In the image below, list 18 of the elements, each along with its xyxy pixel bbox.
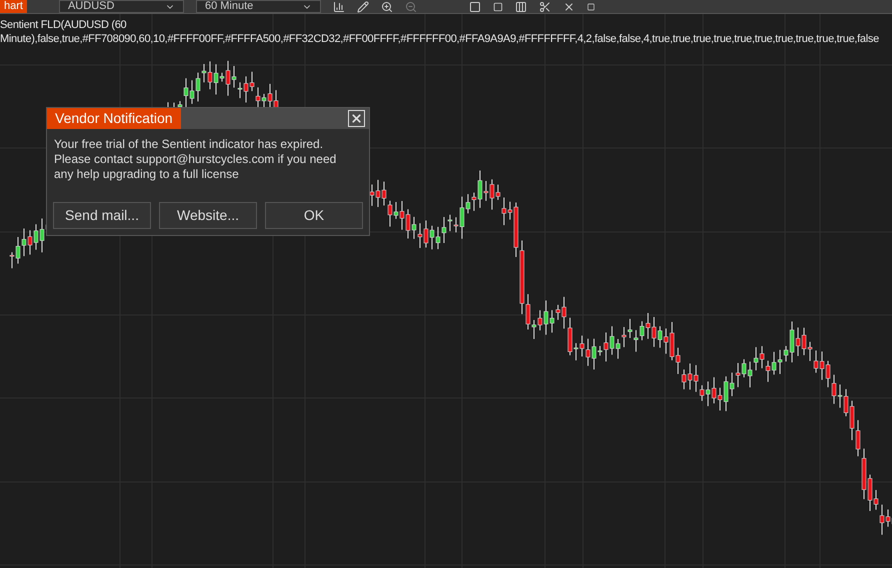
interval-dropdown[interactable]: 60 Minute [196,0,321,13]
columns-icon[interactable] [514,0,527,12]
zoom-in-icon[interactable] [380,0,393,12]
close-icon [350,112,363,125]
pencil-icon[interactable] [356,0,369,12]
chart-button[interactable]: hart [0,0,27,13]
dialog-title: Vendor Notification [47,108,181,129]
bar-chart-icon[interactable] [332,0,345,12]
zoom-out-icon[interactable] [404,0,417,12]
close-box-icon[interactable] [562,0,575,12]
dialog-button[interactable]: Website... [159,202,257,229]
dialog-button[interactable]: OK [265,202,363,229]
scissors-icon[interactable] [538,0,551,12]
close-button[interactable] [348,110,365,127]
dialog-message: Your free trial of the Sentient indicator has expired. Please contact support@hurstcycles.com if you need any help upgrading to a full license [53,136,338,182]
instrument-dropdown[interactable]: AUDUSD [58,0,184,13]
indicator-label: Sentient FLD(AUDUSD (60 Minute),false,true,#FF708090,60,10,#FFFF00FF,#FFFFA500,#FF32CD32,#FF00FFFF,#FFFFFF00,#FFA9A9A9,#FFFFFFFF,4,2,false,false,4,true,true,true,true,true,true,true,true,true,true,false [0,18,880,46]
dialog-button[interactable]: Send mail... [53,202,151,229]
